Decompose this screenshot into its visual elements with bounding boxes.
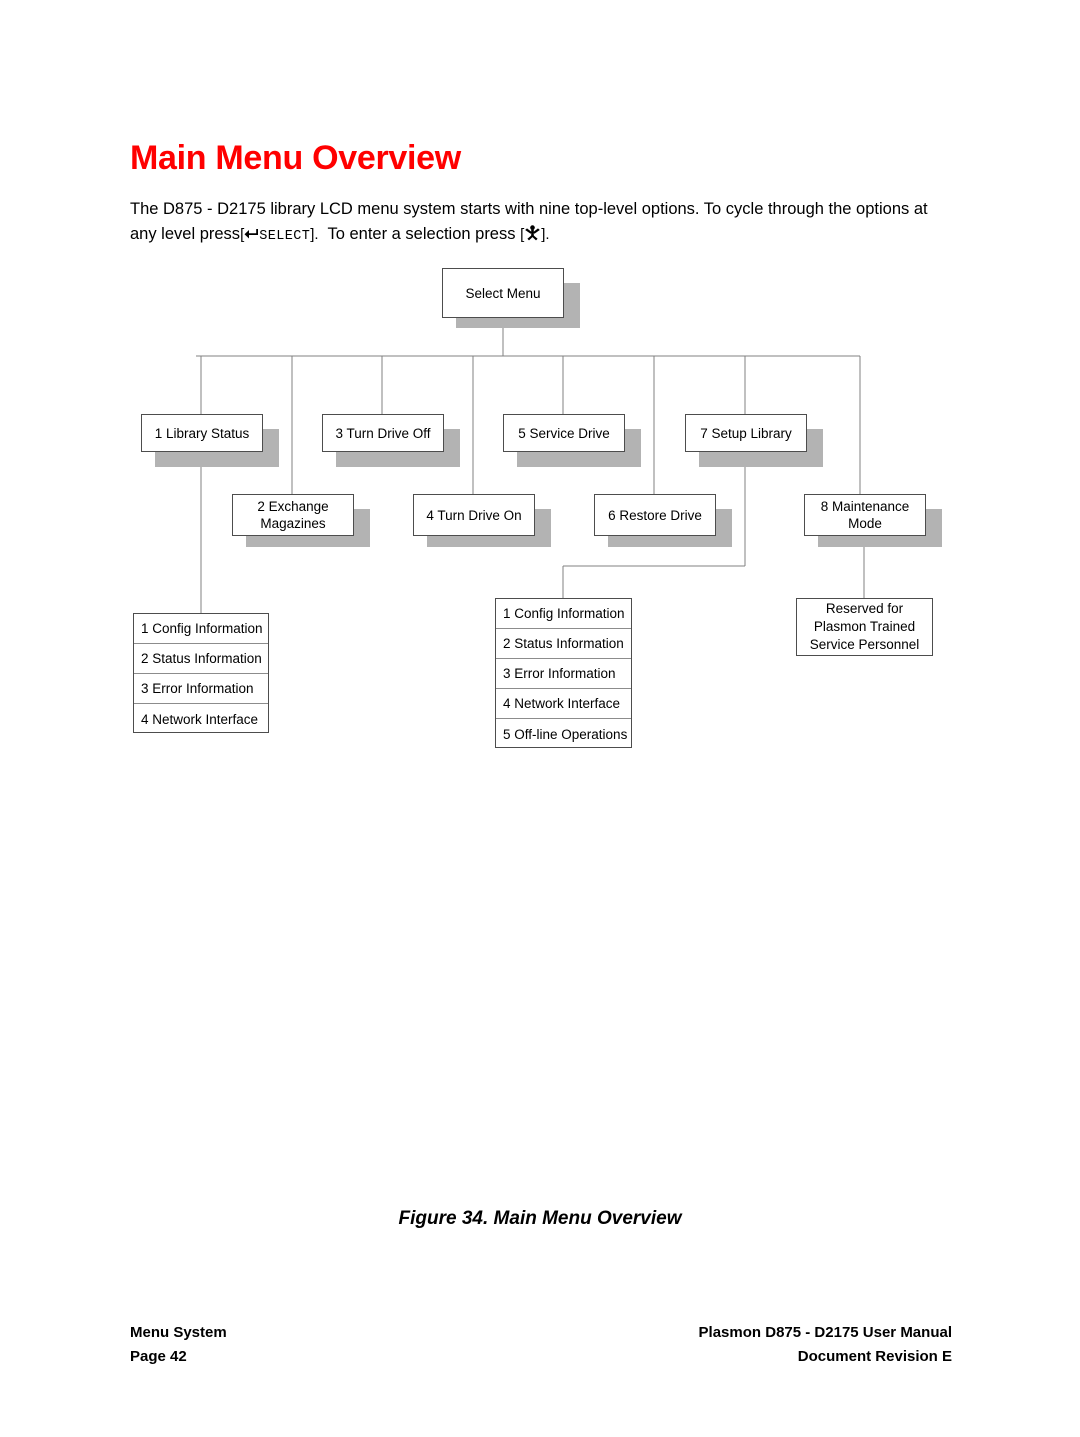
node-turn-drive-off[interactable]: 3 Turn Drive Off — [322, 414, 444, 452]
list-item[interactable]: 4 Network Interface — [134, 704, 268, 734]
node-label: 7 Setup Library — [700, 425, 792, 441]
node-restore-drive[interactable]: 6 Restore Drive — [594, 494, 716, 536]
node-label: 6 Restore Drive — [608, 507, 702, 523]
node-label-line-2: Mode — [848, 516, 882, 531]
list-item[interactable]: 1 Config Information — [496, 599, 631, 629]
node-label: 4 Turn Drive On — [426, 507, 522, 523]
node-exchange-magazines[interactable]: 2 Exchange Magazines — [232, 494, 354, 536]
note-line-3: Service Personnel — [809, 637, 920, 652]
node-label-line-1: 8 Maintenance — [820, 499, 910, 514]
list-item[interactable]: 1 Config Information — [134, 614, 268, 644]
node-library-status[interactable]: 1 Library Status — [141, 414, 263, 452]
node-label: Select Menu — [465, 285, 541, 301]
node-label-line-1: 2 Exchange — [257, 499, 329, 514]
document-page: Main Menu Overview The D875 - D2175 libr… — [0, 0, 1080, 1437]
node-label: 3 Turn Drive Off — [335, 425, 431, 441]
node-setup-library[interactable]: 7 Setup Library — [685, 414, 807, 452]
list-item[interactable]: 2 Status Information — [134, 644, 268, 674]
node-service-drive[interactable]: 5 Service Drive — [503, 414, 625, 452]
list-item[interactable]: 4 Network Interface — [496, 689, 631, 719]
list-item[interactable]: 3 Error Information — [496, 659, 631, 689]
footer-revision: Document Revision E — [797, 1348, 952, 1365]
footer-page-number: Page 42 — [130, 1348, 187, 1365]
footer-manual-title: Plasmon D875 - D2175 User Manual — [698, 1324, 952, 1341]
note-line-2: Plasmon Trained — [813, 619, 916, 634]
footer-section-name: Menu System — [130, 1324, 227, 1341]
node-maintenance-mode[interactable]: 8 Maintenance Mode — [804, 494, 926, 536]
node-turn-drive-on[interactable]: 4 Turn Drive On — [413, 494, 535, 536]
node-label: 5 Service Drive — [518, 425, 610, 441]
setup-library-submenu-list: 1 Config Information 2 Status Informatio… — [495, 598, 632, 748]
list-item[interactable]: 2 Status Information — [496, 629, 631, 659]
figure-caption: Figure 34. Main Menu Overview — [398, 1208, 682, 1229]
library-status-submenu-list: 1 Config Information 2 Status Informatio… — [133, 613, 269, 733]
node-label: 1 Library Status — [154, 425, 250, 441]
node-select-menu[interactable]: Select Menu — [442, 268, 564, 318]
node-label-line-2: Magazines — [260, 516, 326, 531]
note-line-1: Reserved for — [825, 601, 904, 616]
list-item[interactable]: 5 Off-line Operations — [496, 719, 631, 749]
list-item[interactable]: 3 Error Information — [134, 674, 268, 704]
maintenance-reserved-note: Reserved for Plasmon Trained Service Per… — [796, 598, 933, 656]
